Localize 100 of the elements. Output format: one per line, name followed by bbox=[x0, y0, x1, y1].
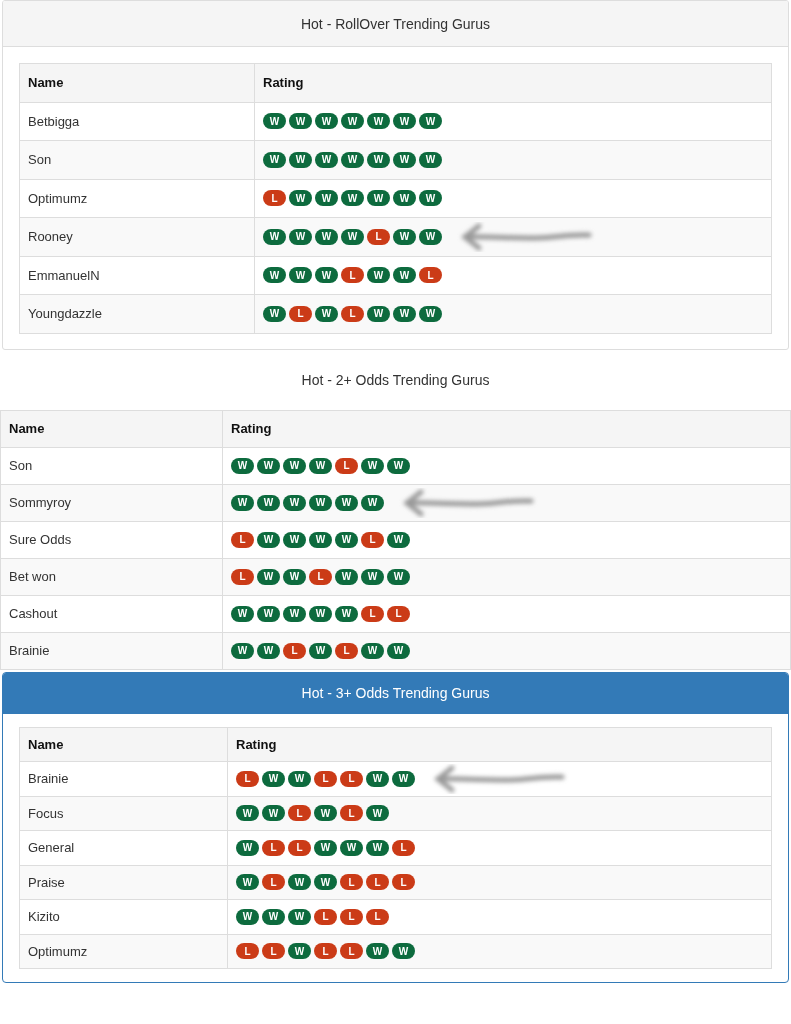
loss-badge: L bbox=[236, 770, 259, 787]
win-badge: W bbox=[283, 568, 306, 585]
win-badge: W bbox=[393, 267, 416, 284]
loss-badge: L bbox=[236, 943, 259, 960]
loss-badge: L bbox=[340, 770, 363, 787]
win-badge: W bbox=[257, 642, 280, 659]
loss-badge: L bbox=[367, 228, 390, 245]
win-badge: W bbox=[335, 531, 358, 548]
win-badge: W bbox=[366, 943, 389, 960]
loss-badge: L bbox=[231, 531, 254, 548]
win-badge: W bbox=[393, 305, 416, 322]
loss-badge: L bbox=[283, 642, 306, 659]
win-badge: W bbox=[283, 494, 306, 511]
win-badge: W bbox=[341, 228, 364, 245]
win-badge: W bbox=[392, 770, 415, 787]
win-badge: W bbox=[315, 113, 338, 130]
win-badge: W bbox=[361, 494, 384, 511]
loss-badge: L bbox=[288, 839, 311, 856]
win-badge: W bbox=[367, 151, 390, 168]
guru-name: Focus bbox=[19, 796, 228, 831]
loss-badge: L bbox=[340, 943, 363, 960]
loss-badge: L bbox=[314, 908, 337, 925]
win-badge: W bbox=[262, 770, 285, 787]
win-badge: W bbox=[263, 267, 286, 284]
win-badge: W bbox=[419, 228, 442, 245]
win-badge: W bbox=[361, 568, 384, 585]
win-badge: W bbox=[335, 605, 358, 622]
column-header: Name bbox=[0, 410, 223, 447]
loss-badge: L bbox=[392, 874, 415, 891]
guru-name: Betbigga bbox=[19, 102, 255, 141]
win-badge: W bbox=[315, 267, 338, 284]
loss-badge: L bbox=[361, 605, 384, 622]
win-badge: W bbox=[341, 113, 364, 130]
column-header: Name bbox=[19, 63, 255, 102]
loss-badge: L bbox=[341, 267, 364, 284]
loss-badge: L bbox=[262, 839, 285, 856]
guru-name: Son bbox=[0, 447, 223, 484]
win-badge: W bbox=[236, 908, 259, 925]
guru-name: Cashout bbox=[0, 595, 223, 632]
win-badge: W bbox=[387, 642, 410, 659]
loss-badge: L bbox=[263, 190, 286, 207]
win-badge: W bbox=[335, 494, 358, 511]
win-badge: W bbox=[231, 494, 254, 511]
win-badge: W bbox=[387, 531, 410, 548]
loss-badge: L bbox=[314, 770, 337, 787]
win-badge: W bbox=[288, 874, 311, 891]
loss-badge: L bbox=[419, 267, 442, 284]
loss-badge: L bbox=[289, 305, 312, 322]
win-badge: W bbox=[283, 605, 306, 622]
win-badge: W bbox=[392, 943, 415, 960]
win-badge: W bbox=[393, 228, 416, 245]
column-header: Rating bbox=[254, 63, 772, 102]
column-header: Name bbox=[19, 727, 228, 762]
win-badge: W bbox=[283, 457, 306, 474]
loss-badge: L bbox=[231, 568, 254, 585]
win-badge: W bbox=[393, 190, 416, 207]
win-badge: W bbox=[419, 151, 442, 168]
guru-name: Youngdazzle bbox=[19, 294, 255, 333]
win-badge: W bbox=[257, 568, 280, 585]
win-badge: W bbox=[315, 190, 338, 207]
win-badge: W bbox=[393, 113, 416, 130]
win-badge: W bbox=[289, 267, 312, 284]
win-badge: W bbox=[236, 839, 259, 856]
win-badge: W bbox=[262, 805, 285, 822]
win-badge: W bbox=[289, 190, 312, 207]
win-badge: W bbox=[367, 267, 390, 284]
loss-badge: L bbox=[361, 531, 384, 548]
guru-name: Son bbox=[19, 140, 255, 179]
win-badge: W bbox=[341, 190, 364, 207]
win-badge: W bbox=[257, 605, 280, 622]
win-badge: W bbox=[309, 531, 332, 548]
win-badge: W bbox=[309, 457, 332, 474]
panel-title: Hot - 3+ Odds Trending Gurus bbox=[301, 685, 490, 701]
panel-title: Hot - 2+ Odds Trending Gurus bbox=[301, 371, 490, 388]
loss-badge: L bbox=[392, 839, 415, 856]
win-badge: W bbox=[283, 531, 306, 548]
win-badge: W bbox=[366, 770, 389, 787]
win-badge: W bbox=[314, 839, 337, 856]
win-badge: W bbox=[315, 151, 338, 168]
win-badge: W bbox=[231, 605, 254, 622]
win-badge: W bbox=[314, 805, 337, 822]
win-badge: W bbox=[289, 228, 312, 245]
win-badge: W bbox=[340, 839, 363, 856]
win-badge: W bbox=[288, 770, 311, 787]
loss-badge: L bbox=[262, 943, 285, 960]
win-badge: W bbox=[367, 113, 390, 130]
loss-badge: L bbox=[340, 874, 363, 891]
win-badge: W bbox=[257, 494, 280, 511]
guru-name: Praise bbox=[19, 865, 228, 900]
loss-badge: L bbox=[309, 568, 332, 585]
loss-badge: L bbox=[314, 943, 337, 960]
guru-name: Optimumz bbox=[19, 179, 255, 218]
win-badge: W bbox=[387, 457, 410, 474]
win-badge: W bbox=[231, 457, 254, 474]
win-badge: W bbox=[263, 305, 286, 322]
panel-title: Hot - RollOver Trending Gurus bbox=[300, 15, 491, 32]
win-badge: W bbox=[387, 568, 410, 585]
win-badge: W bbox=[393, 151, 416, 168]
loss-badge: L bbox=[262, 874, 285, 891]
win-badge: W bbox=[367, 190, 390, 207]
